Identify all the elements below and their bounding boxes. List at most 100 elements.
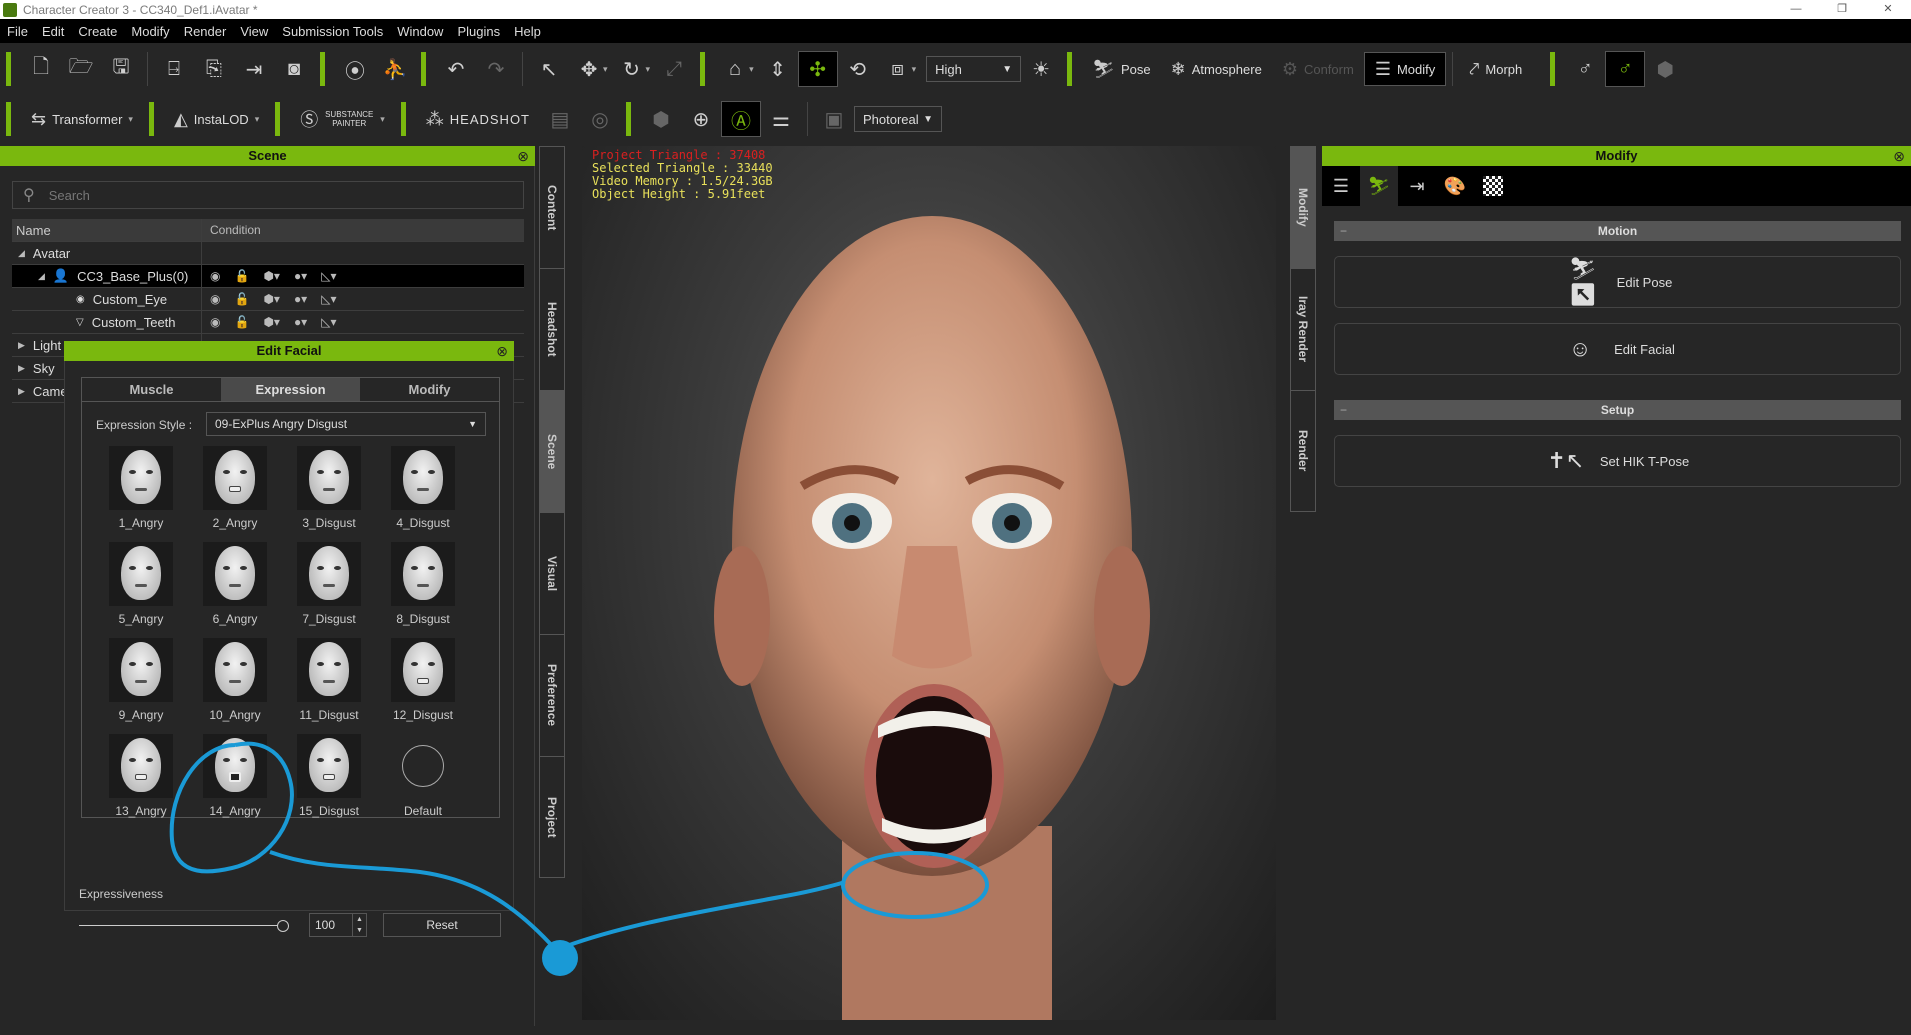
motion-icon[interactable]: ⛹ [375, 51, 415, 87]
pan-view-icon[interactable]: ✣ [797, 51, 838, 87]
slider-handle[interactable] [277, 920, 289, 932]
mesh-icon[interactable]: ◺▾ [321, 269, 336, 283]
import-avatar-icon[interactable]: ⍈ [154, 51, 194, 87]
shadow-icon[interactable]: ●▾ [294, 292, 307, 306]
menu-view[interactable]: View [233, 24, 275, 39]
chevron-down-icon[interactable]: ▾ [603, 64, 608, 75]
toolbar-grip[interactable] [400, 102, 406, 136]
chevron-down-icon[interactable]: ▾ [912, 64, 917, 75]
mesh-icon[interactable]: ◺▾ [321, 315, 336, 329]
edit-pose-button[interactable]: ⛷↖ Edit Pose [1334, 256, 1901, 308]
helmet-icon[interactable]: ◎ [580, 101, 620, 137]
toolbar-grip[interactable] [700, 52, 706, 86]
expand-triangle-icon[interactable]: ◢ [18, 248, 25, 259]
toolbar-grip[interactable] [421, 52, 426, 86]
set-hik-tpose-button[interactable]: ✝↖ Set HIK T-Pose [1334, 435, 1901, 487]
menu-submission-tools[interactable]: Submission Tools [275, 24, 390, 39]
motion-tab-icon[interactable]: ⛷ [1360, 166, 1398, 206]
toolbar-grip[interactable] [1550, 52, 1556, 86]
tab-content[interactable]: Content [539, 146, 565, 268]
menu-modify[interactable]: Modify [124, 24, 176, 39]
calendar-icon[interactable]: ▣ [814, 101, 854, 137]
menu-plugins[interactable]: Plugins [450, 24, 507, 39]
expression-thumbnail[interactable]: 2_Angry [188, 446, 282, 530]
expression-thumbnail[interactable]: 12_Disgust [376, 638, 470, 722]
expressiveness-value[interactable]: 100 [310, 914, 352, 936]
quality-select[interactable]: High ▼ [926, 56, 1022, 82]
redo-icon[interactable]: ↷ [476, 51, 516, 87]
menu-help[interactable]: Help [507, 24, 548, 39]
chevron-down-icon[interactable]: ▾ [646, 64, 651, 75]
tree-row-selected[interactable]: ◢ 👤 CC3_Base_Plus(0) ◉ 🔓 ⬢▾ ●▾ ◺▾ [12, 265, 524, 288]
toolbar-grip[interactable] [1067, 52, 1073, 86]
lock-icon[interactable]: 🔓 [234, 292, 249, 306]
pick-icon[interactable]: ⊕ [681, 101, 721, 137]
tab-modify[interactable]: Modify [360, 378, 499, 401]
lock-icon[interactable]: 🔓 [234, 269, 249, 283]
menu-create[interactable]: Create [71, 24, 124, 39]
expression-thumbnail[interactable]: 11_Disgust [282, 638, 376, 722]
expressiveness-slider[interactable] [79, 920, 289, 932]
head-mesh-icon[interactable]: ▤ [540, 101, 580, 137]
scale-icon[interactable]: ⤢ [654, 51, 694, 87]
restore-button[interactable]: ❐ [1819, 0, 1865, 19]
material-cube-icon[interactable]: ⬢▾ [263, 315, 280, 329]
preview-icon[interactable]: ◙ [274, 51, 314, 87]
save-icon[interactable]: 🖫 [101, 51, 141, 87]
tab-preference[interactable]: Preference [539, 634, 565, 756]
toolbar-grip[interactable] [320, 52, 325, 86]
tab-iray-render[interactable]: Iray Render [1290, 268, 1316, 390]
tree-row[interactable]: ◢ Avatar [12, 242, 524, 265]
chevron-down-icon[interactable]: ▾ [749, 64, 754, 75]
tab-project[interactable]: Project [539, 756, 565, 878]
expression-thumbnail[interactable]: 8_Disgust [376, 542, 470, 626]
close-window-button[interactable]: ✕ [1865, 0, 1911, 19]
toolbar-grip[interactable] [148, 102, 154, 136]
collapsed-triangle-icon[interactable]: ▶ [18, 386, 25, 397]
section-motion-header[interactable]: − Motion [1334, 221, 1901, 241]
morph-button[interactable]: ⤤ Morph [1459, 52, 1532, 86]
minimize-button[interactable]: — [1773, 0, 1819, 19]
bone-view-icon[interactable]: ♂ [1605, 51, 1646, 87]
lock-icon[interactable]: 🔓 [234, 315, 249, 329]
toolbar-grip[interactable] [6, 102, 11, 136]
settings-sliders-icon[interactable]: ⚌ [761, 101, 801, 137]
tab-visual[interactable]: Visual [539, 512, 565, 634]
slider-track[interactable] [79, 925, 279, 926]
bone-motion-icon[interactable]: ♂ [1565, 51, 1605, 87]
character-model[interactable] [692, 186, 1172, 1020]
tab-render[interactable]: Render [1290, 390, 1316, 512]
expression-thumbnail[interactable]: 4_Disgust [376, 446, 470, 530]
modify-button[interactable]: ☰ Modify [1363, 52, 1447, 86]
expression-thumbnail[interactable]: 5_Angry [94, 542, 188, 626]
pose-button[interactable]: ⛷ Pose [1082, 52, 1161, 86]
texture-tab-icon[interactable] [1474, 166, 1512, 206]
headshot-button[interactable]: ⁂ HEADSHOT [416, 102, 540, 136]
expression-thumbnail[interactable]: Default [376, 734, 470, 818]
expression-thumbnail[interactable]: 9_Angry [94, 638, 188, 722]
select-arrow-icon[interactable]: ↖ [529, 51, 569, 87]
expand-triangle-icon[interactable]: ◢ [38, 271, 45, 282]
shadow-icon[interactable]: ●▾ [294, 269, 307, 283]
material-cube-icon[interactable]: ⬢▾ [263, 269, 280, 283]
light-icon[interactable]: ☀ [1021, 51, 1061, 87]
material-cube-icon[interactable]: ⬢▾ [263, 292, 280, 306]
menu-window[interactable]: Window [390, 24, 450, 39]
column-condition[interactable]: Condition [202, 219, 524, 241]
column-name[interactable]: Name [12, 219, 202, 241]
scene-search-input[interactable]: ⚲ Search [12, 181, 524, 209]
expression-thumbnail[interactable]: 10_Angry [188, 638, 282, 722]
close-icon[interactable]: ⊗ [1893, 146, 1905, 166]
close-icon[interactable]: ⊗ [496, 341, 508, 361]
expression-thumbnail[interactable]: 13_Angry [94, 734, 188, 818]
new-file-icon[interactable]: 🗋 [21, 51, 61, 87]
visibility-eye-icon[interactable]: ◉ [210, 315, 220, 329]
section-setup-header[interactable]: − Setup [1334, 400, 1901, 420]
collapse-icon[interactable]: − [1340, 400, 1347, 420]
3d-viewport[interactable]: Project Triangle : 37408 Selected Triang… [582, 146, 1276, 1020]
atmosphere-button[interactable]: ❄ Atmosphere [1161, 52, 1272, 86]
fit-height-icon[interactable]: ⇕ [758, 51, 798, 87]
instalod-button[interactable]: ◭ InstaLOD ▾ [164, 102, 269, 136]
mesh-icon[interactable]: ◺▾ [321, 292, 336, 306]
shadow-icon[interactable]: ●▾ [294, 315, 307, 329]
